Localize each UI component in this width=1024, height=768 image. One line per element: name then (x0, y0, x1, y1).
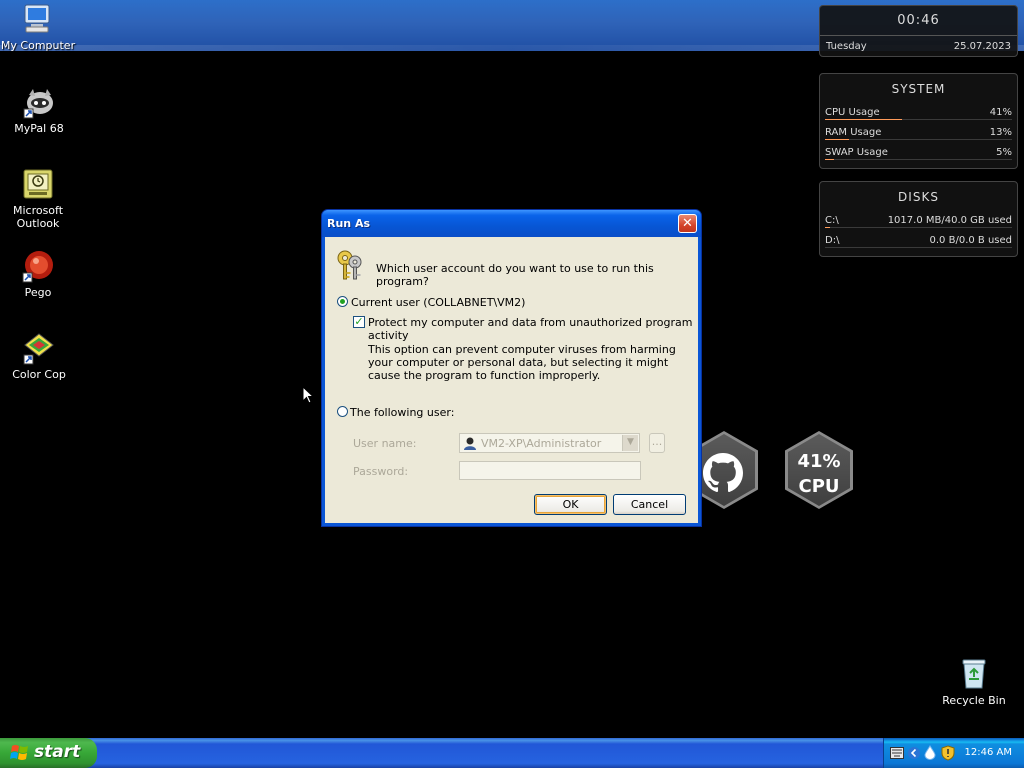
disk-row-label: C:\ (825, 215, 839, 226)
desktop-icon-label: Pego (24, 286, 52, 299)
disk-row-value: 1017.0 MB/40.0 GB used (887, 215, 1012, 226)
desktop-icon-recycle-bin[interactable]: Recycle Bin (934, 657, 1014, 707)
disk-row-value: 0.0 B/0.0 B used (929, 235, 1012, 246)
browse-button[interactable]: ... (649, 433, 665, 453)
ok-button[interactable]: OK (534, 494, 607, 515)
run-as-dialog: Run As ✕ Which user account do you want … (321, 209, 702, 527)
clock-divider (820, 35, 1017, 36)
cancel-button[interactable]: Cancel (613, 494, 686, 515)
desktop-icon-mypal[interactable]: MyPal 68 (0, 85, 79, 135)
start-label: start (34, 742, 81, 762)
cpu-badge: 41% CPU (785, 431, 853, 509)
system-tray: 12:46 AM (883, 738, 1024, 768)
water-drop-icon[interactable] (924, 745, 936, 760)
mouse-cursor-icon (302, 386, 314, 404)
disks-widget: DISKS C:\ 1017.0 MB/40.0 GB used D:\ 0.0… (819, 181, 1018, 257)
password-field[interactable] (459, 461, 641, 480)
usage-bar (825, 139, 849, 140)
desktop-icon-label: Color Cop (12, 368, 66, 381)
desktop-icon-my-computer[interactable]: My Computer (0, 2, 78, 52)
desktop-icon-outlook[interactable]: Microsoft Outlook (0, 167, 78, 230)
cpu-badge-label: CPU (798, 476, 840, 497)
windows-logo-icon (10, 745, 28, 760)
clock-day: Tuesday (826, 41, 867, 52)
clock-date: 25.07.2023 (953, 41, 1011, 52)
desktop-icon-label: MyPal 68 (14, 122, 64, 135)
recycle-bin-icon (957, 657, 991, 691)
system-widget-title: SYSTEM (891, 82, 946, 96)
usage-track (825, 247, 1012, 248)
password-label: Password: (353, 465, 409, 478)
protect-checkbox[interactable]: ✓ (353, 316, 365, 328)
clock-widget: 00:46 Tuesday 25.07.2023 (819, 5, 1018, 57)
chevron-left-icon[interactable] (908, 746, 920, 760)
outlook-icon (21, 167, 55, 201)
system-row-label: CPU Usage (825, 107, 880, 118)
user-icon (464, 437, 476, 450)
my-computer-icon (21, 2, 55, 36)
system-row-value: 41% (989, 107, 1012, 118)
following-user-label[interactable]: The following user: (350, 406, 454, 419)
protect-description: This option can prevent computer viruses… (368, 343, 676, 382)
cpu-badge-percent: 41% (797, 451, 841, 472)
disk-row-d: D:\ 0.0 B/0.0 B used (820, 232, 1017, 252)
keyboard-icon[interactable] (890, 747, 904, 759)
desktop-icon-pego[interactable]: Pego (0, 249, 78, 299)
desktop-icon-label: Recycle Bin (942, 694, 1006, 707)
usage-bar (825, 119, 902, 120)
clock-time: 00:46 (897, 13, 940, 28)
close-icon: ✕ (682, 216, 693, 231)
close-button[interactable]: ✕ (678, 214, 697, 233)
system-row-ram: RAM Usage 13% (820, 124, 1017, 144)
pego-icon (21, 249, 55, 283)
chevron-down-icon[interactable]: ▼ (622, 435, 638, 451)
protect-label[interactable]: Protect my computer and data from unauth… (368, 316, 698, 342)
system-row-value: 5% (996, 147, 1012, 158)
taskbar-clock[interactable]: 12:46 AM (965, 747, 1012, 758)
dialog-question: Which user account do you want to use to… (376, 262, 654, 288)
dialog-client: Which user account do you want to use to… (325, 237, 698, 523)
system-row-swap: SWAP Usage 5% (820, 144, 1017, 164)
usage-track (825, 227, 1012, 228)
start-button[interactable]: start (0, 738, 97, 768)
username-value: VM2-XP\Administrator (481, 437, 602, 450)
current-user-radio[interactable] (337, 296, 348, 307)
dialog-titlebar[interactable]: Run As ✕ (322, 210, 701, 237)
system-row-cpu: CPU Usage 41% (820, 104, 1017, 124)
taskbar: start 12:46 AM (0, 738, 1024, 768)
username-combo[interactable]: VM2-XP\Administrator ▼ (459, 433, 640, 453)
github-icon (703, 453, 743, 493)
color-cop-icon (22, 331, 56, 365)
mypal-icon (22, 85, 56, 119)
dialog-title: Run As (327, 217, 371, 230)
usage-bar (825, 159, 834, 160)
disk-row-c: C:\ 1017.0 MB/40.0 GB used (820, 212, 1017, 232)
desktop-icon-label: My Computer (0, 39, 76, 52)
usage-track (825, 159, 1012, 160)
shield-icon[interactable] (941, 745, 955, 761)
desktop-icon-color-cop[interactable]: Color Cop (0, 331, 79, 381)
checkmark-icon: ✓ (354, 315, 364, 328)
disk-row-label: D:\ (825, 235, 840, 246)
system-row-label: SWAP Usage (825, 147, 888, 158)
current-user-label[interactable]: Current user (COLLABNET\VM2) (351, 296, 525, 309)
disks-widget-title: DISKS (898, 190, 939, 204)
system-row-value: 13% (989, 127, 1012, 138)
system-widget: SYSTEM CPU Usage 41% RAM Usage 13% SWAP … (819, 73, 1018, 169)
desktop-icon-label: Microsoft Outlook (12, 204, 64, 230)
system-row-label: RAM Usage (825, 127, 882, 138)
following-user-radio[interactable] (337, 406, 348, 417)
keys-icon (337, 250, 362, 280)
usage-track (825, 139, 1012, 140)
username-label: User name: (353, 437, 417, 450)
usage-bar (825, 227, 830, 228)
